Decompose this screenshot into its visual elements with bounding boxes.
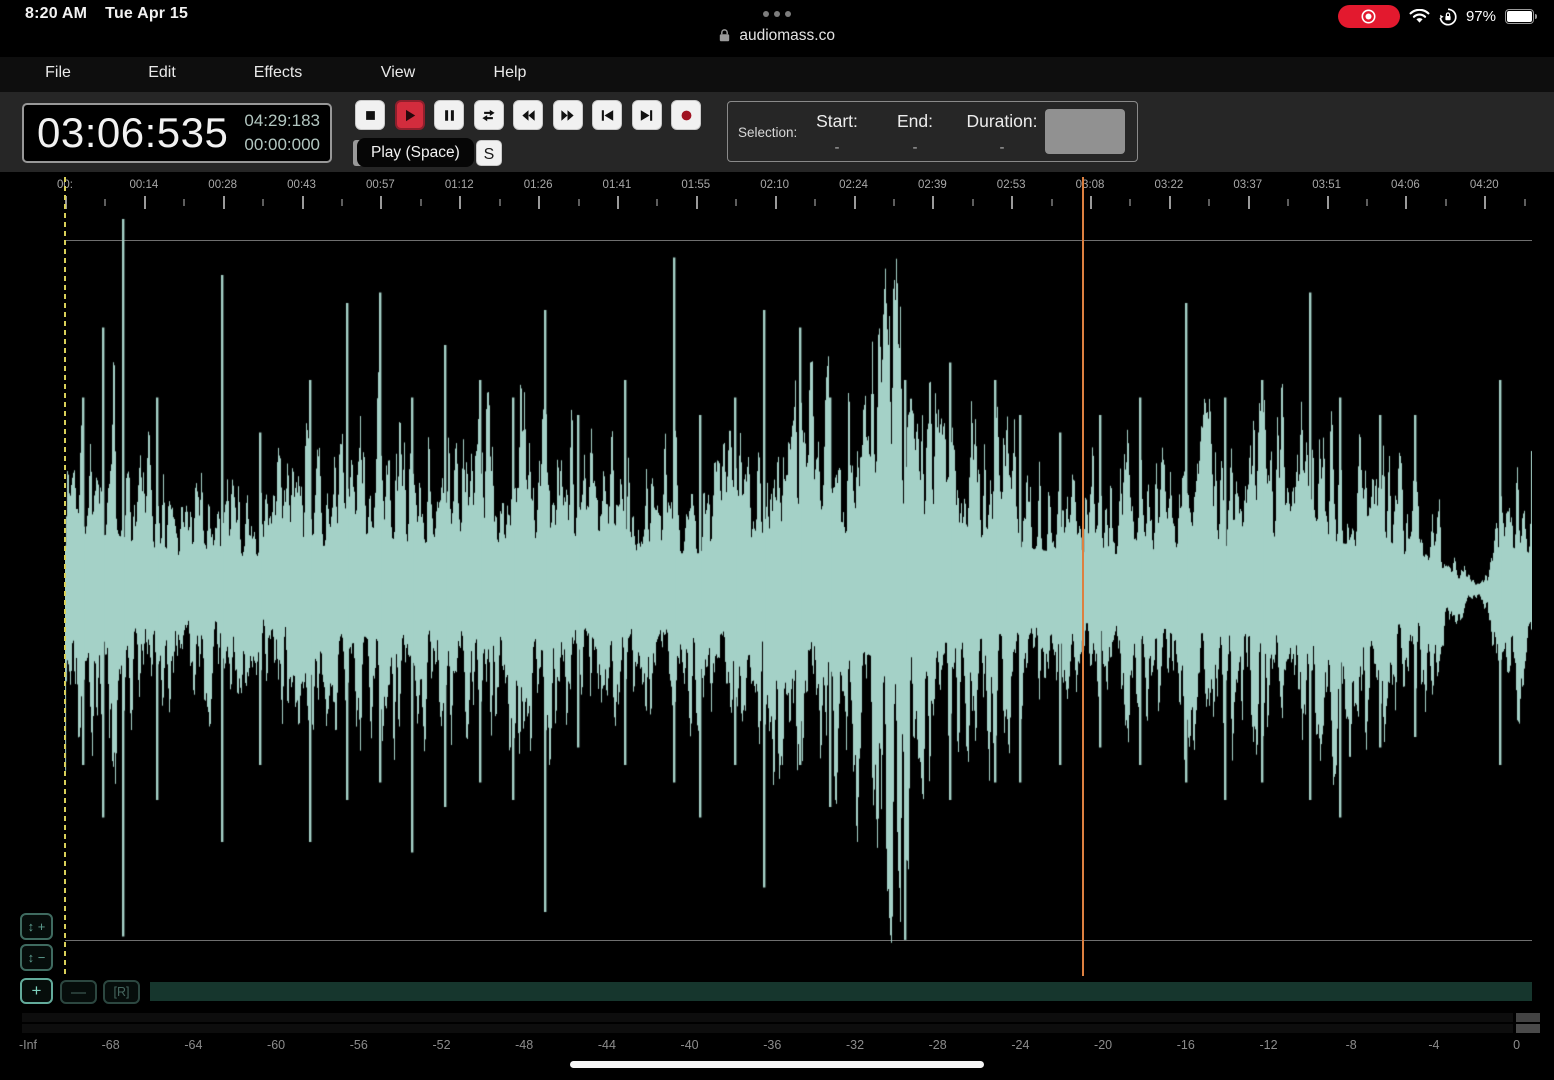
zoom-in-button[interactable]: + — [20, 978, 53, 1004]
home-indicator[interactable] — [570, 1061, 984, 1068]
meter-label: -68 — [102, 1038, 120, 1052]
meter-label: -44 — [598, 1038, 616, 1052]
selection-duration-value: - — [947, 139, 1057, 156]
meter-label: -8 — [1346, 1038, 1357, 1052]
selection-start-value: - — [802, 139, 872, 156]
transport-skip-to-start-button[interactable] — [592, 100, 622, 130]
transport-loop-button[interactable] — [474, 100, 504, 130]
amplitude-zoom-in-button[interactable]: ↕ + — [20, 913, 53, 940]
pause-icon — [439, 105, 460, 126]
selection-panel: Selection: Start: - End: - Duration: - — [727, 101, 1138, 162]
selection-end: End: - — [880, 111, 950, 156]
meter-bar-left — [22, 1013, 1513, 1022]
status-time: 8:20 AM — [25, 5, 87, 23]
meter-clip-indicator — [1516, 1024, 1540, 1033]
meter-clip-indicator — [1516, 1013, 1540, 1022]
meter-label: -64 — [184, 1038, 202, 1052]
meter-label: -36 — [763, 1038, 781, 1052]
wifi-icon — [1409, 9, 1430, 24]
tab-dots-icon[interactable] — [763, 11, 791, 17]
amplitude-zoom-out-button[interactable]: ↕ − — [20, 944, 53, 971]
edit-cursor-line — [64, 177, 66, 976]
meter-label: -4 — [1428, 1038, 1439, 1052]
total-time: 04:29:183 — [244, 111, 320, 130]
zoom-reset-button[interactable]: [R] — [103, 980, 140, 1004]
meter-label: 0 — [1513, 1038, 1520, 1052]
rewind-icon — [518, 105, 539, 126]
lock-icon — [719, 29, 730, 42]
skip-to-end-icon — [636, 105, 657, 126]
rotation-lock-icon — [1439, 8, 1457, 26]
loop-icon — [478, 105, 499, 126]
stop-icon — [360, 105, 381, 126]
scroll-minimap[interactable] — [150, 982, 1532, 1001]
meter-label: -Inf — [19, 1038, 37, 1052]
meter-level-left — [22, 1013, 1181, 1022]
meter-label: -52 — [432, 1038, 450, 1052]
waveform-canvas[interactable] — [65, 178, 1532, 975]
selection-label: Selection: — [738, 125, 797, 140]
meter-level-right — [22, 1024, 1513, 1033]
site-url: audiomass.co — [739, 27, 835, 44]
zoom-out-button[interactable]: — — [60, 980, 97, 1004]
meter-label: -28 — [929, 1038, 947, 1052]
record-icon — [676, 105, 697, 126]
screen-recording-indicator[interactable] — [1338, 5, 1400, 28]
snap-button[interactable]: S — [476, 140, 502, 166]
meter-label: -32 — [846, 1038, 864, 1052]
play-tooltip: Play (Space) — [357, 138, 474, 167]
time-display: 03:06:535 04:29:183 00:00:000 — [22, 103, 332, 163]
fast-forward-icon — [557, 105, 578, 126]
meter-label: -60 — [267, 1038, 285, 1052]
menu-bar: File Edit Effects View Help — [0, 57, 1554, 92]
selection-start: Start: - — [802, 111, 872, 156]
time-secondary: 04:29:183 00:00:000 — [244, 109, 320, 157]
elapsed-time: 03:06:535 — [37, 109, 228, 157]
selection-end-value: - — [880, 139, 950, 156]
menu-item-edit[interactable]: Edit — [148, 64, 176, 82]
meter-label: -20 — [1094, 1038, 1112, 1052]
status-bar-right: 97% — [1338, 4, 1534, 29]
meter-label: -40 — [681, 1038, 699, 1052]
menu-item-help[interactable]: Help — [494, 64, 527, 82]
cursor-time: 00:00:000 — [244, 135, 320, 154]
battery-percent: 97% — [1466, 8, 1496, 25]
selection-duration: Duration: - — [947, 111, 1057, 156]
transport-record-button[interactable] — [671, 100, 701, 130]
transport-play-button[interactable] — [395, 100, 425, 130]
battery-icon — [1505, 9, 1534, 24]
meter-label: -12 — [1259, 1038, 1277, 1052]
meter-label: -48 — [515, 1038, 533, 1052]
menu-item-effects[interactable]: Effects — [254, 64, 303, 82]
transport-skip-to-end-button[interactable] — [632, 100, 662, 130]
transport-rewind-button[interactable] — [513, 100, 543, 130]
playhead-line — [1082, 177, 1084, 976]
play-icon — [399, 105, 420, 126]
skip-to-start-icon — [597, 105, 618, 126]
transport-stop-button[interactable] — [355, 100, 385, 130]
address-bar[interactable]: audiomass.co — [0, 27, 1554, 45]
status-bar-left: 8:20 AM Tue Apr 15 — [25, 5, 188, 23]
transport-pause-button[interactable] — [434, 100, 464, 130]
meter-bar-right — [22, 1024, 1513, 1033]
status-date: Tue Apr 15 — [105, 5, 188, 23]
menu-item-file[interactable]: File — [45, 64, 71, 82]
transport-buttons — [355, 100, 701, 130]
transport-fast-forward-button[interactable] — [553, 100, 583, 130]
clear-selection-button[interactable] — [1045, 109, 1125, 154]
meter-label: -24 — [1011, 1038, 1029, 1052]
meter-label: -16 — [1177, 1038, 1195, 1052]
meter-label: -56 — [350, 1038, 368, 1052]
menu-item-view[interactable]: View — [381, 64, 415, 82]
audiomass-app: 8:20 AM Tue Apr 15 97% audiomass. — [0, 0, 1554, 1080]
record-circle-icon — [1360, 8, 1377, 25]
